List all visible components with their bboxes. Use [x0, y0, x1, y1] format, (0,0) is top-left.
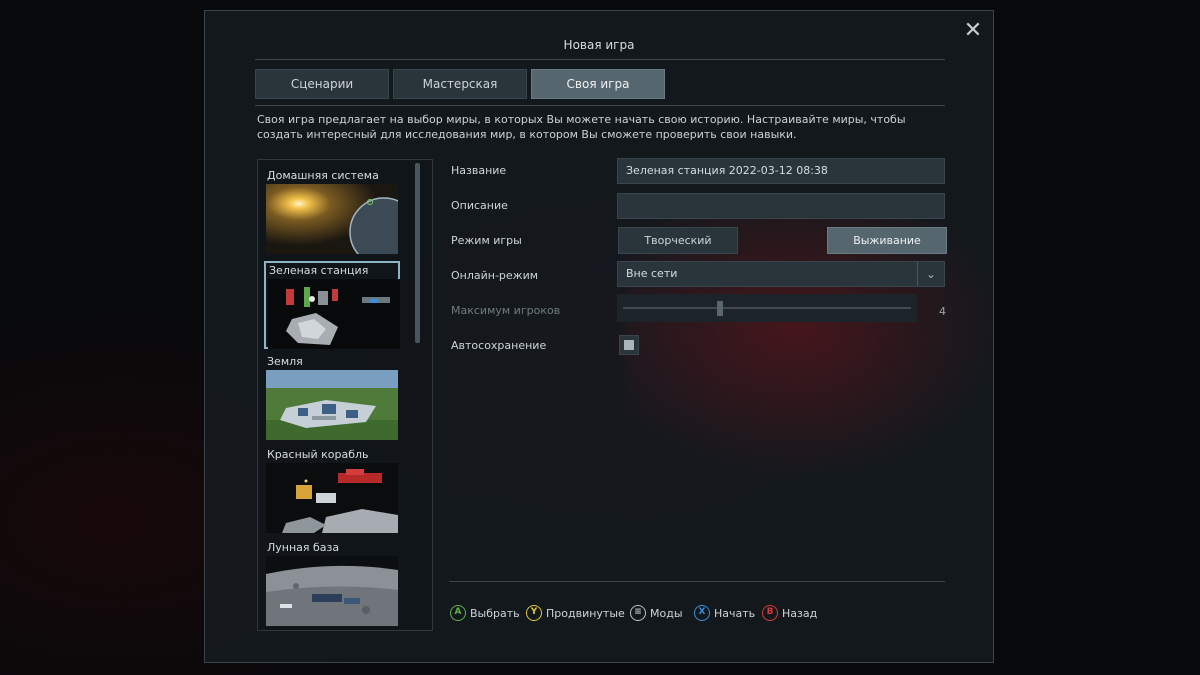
tabs-divider	[255, 105, 945, 106]
name-label: Название	[451, 164, 507, 177]
y-button-icon: Y	[526, 605, 542, 621]
hint-label: Начать	[714, 606, 756, 620]
world-item-green-station[interactable]: Зеленая станция	[264, 261, 400, 349]
world-label: Земля	[267, 355, 303, 368]
max-players-value: 4	[939, 305, 946, 318]
custom-game-description: Своя игра предлагает на выбор миры, в ко…	[257, 113, 906, 141]
a-button-icon: A	[450, 605, 466, 621]
hint-label: Продвинутые	[546, 606, 625, 620]
max-players-slider[interactable]	[617, 294, 917, 322]
mode-survival-button[interactable]: Выживание	[827, 227, 947, 254]
x-button-icon: X	[694, 605, 710, 621]
hint-label: Назад	[782, 606, 818, 620]
footer-divider	[449, 581, 945, 582]
hint-advanced[interactable]: Y Продвинутые	[526, 605, 625, 621]
chevron-down-icon[interactable]: ⌄	[917, 262, 944, 286]
world-thumbnail	[266, 184, 398, 254]
hint-select[interactable]: A Выбрать	[450, 605, 520, 621]
tab-workshop[interactable]: Мастерская	[393, 69, 527, 99]
game-mode-label: Режим игры	[451, 234, 522, 247]
world-thumbnail	[268, 279, 400, 349]
world-item-moon-base[interactable]: Лунная база	[264, 540, 400, 628]
name-field[interactable]: Зеленая станция 2022-03-12 08:38	[617, 158, 945, 184]
tab-custom-game[interactable]: Своя игра	[531, 69, 665, 99]
world-label: Зеленая станция	[269, 264, 369, 277]
description-label: Описание	[451, 199, 508, 212]
hint-label: Моды	[650, 606, 683, 620]
autosave-label: Автосохранение	[451, 339, 547, 352]
online-mode-select[interactable]: Вне сети ⌄	[617, 261, 945, 287]
world-list[interactable]: Домашняя система Зеленая станция Земля К…	[257, 159, 433, 631]
description-field[interactable]	[617, 193, 945, 219]
max-players-label: Максимум игроков	[451, 304, 561, 317]
autosave-checkbox[interactable]	[619, 335, 639, 355]
new-game-dialog: ✕ Новая игра Сценарии Мастерская Своя иг…	[204, 10, 1005, 663]
mode-creative-button[interactable]: Творческий	[618, 227, 738, 254]
world-item-earth[interactable]: Земля	[264, 354, 400, 442]
world-thumbnail	[266, 463, 398, 533]
b-button-icon: B	[762, 605, 778, 621]
slider-knob[interactable]	[717, 301, 723, 316]
world-label: Красный корабль	[267, 448, 369, 461]
world-label: Лунная база	[267, 541, 340, 554]
world-thumbnail	[266, 556, 398, 626]
hint-label: Выбрать	[470, 606, 520, 620]
slider-line	[623, 307, 911, 309]
hint-mods[interactable]: ≡ Моды	[630, 605, 683, 621]
menu-button-icon: ≡	[630, 605, 646, 621]
online-mode-label: Онлайн-режим	[451, 269, 539, 282]
world-item-home-system[interactable]: Домашняя система	[264, 168, 400, 256]
world-thumbnail	[266, 370, 398, 440]
online-mode-value: Вне сети	[626, 267, 678, 280]
title-divider	[255, 59, 945, 60]
hint-back[interactable]: B Назад	[762, 605, 817, 621]
hint-start[interactable]: X Начать	[694, 605, 755, 621]
world-label: Домашняя система	[267, 169, 379, 182]
world-list-scrollbar[interactable]	[415, 163, 420, 343]
world-item-red-ship[interactable]: Красный корабль	[264, 447, 400, 535]
tab-scenarios[interactable]: Сценарии	[255, 69, 389, 99]
dialog-title: Новая игра	[563, 38, 635, 52]
